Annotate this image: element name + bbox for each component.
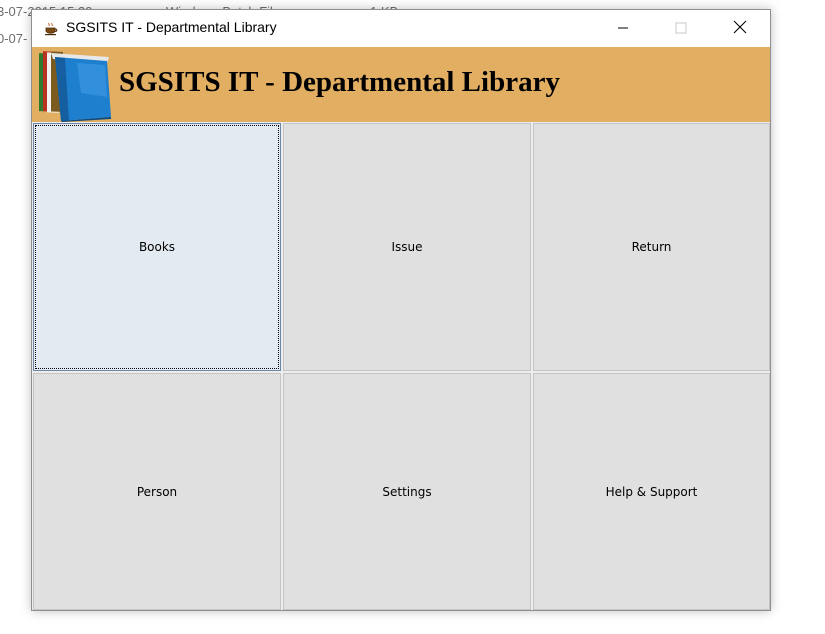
library-header-banner: SGSITS IT - Departmental Library xyxy=(32,47,770,122)
title-bar[interactable]: SGSITS IT - Departmental Library xyxy=(32,10,770,47)
issue-button[interactable]: Issue xyxy=(283,123,531,371)
header-title: SGSITS IT - Departmental Library xyxy=(119,66,560,98)
app-coffee-icon xyxy=(44,21,58,36)
help-support-button[interactable]: Help & Support xyxy=(533,373,770,610)
maximize-icon xyxy=(675,19,687,38)
return-button[interactable]: Return xyxy=(533,123,770,371)
close-button[interactable] xyxy=(711,10,769,47)
minimize-button[interactable] xyxy=(594,10,652,47)
person-button[interactable]: Person xyxy=(33,373,281,610)
settings-button[interactable]: Settings xyxy=(283,373,531,610)
books-logo-icon xyxy=(37,47,117,126)
app-window: SGSITS IT - Departmental Library SGSITS … xyxy=(31,9,771,611)
menu-grid: Books Issue Return Person Settings Help … xyxy=(32,122,770,610)
books-button[interactable]: Books xyxy=(33,123,281,371)
maximize-button[interactable] xyxy=(652,10,710,47)
minimize-icon xyxy=(617,19,629,38)
close-icon xyxy=(733,19,747,38)
window-title: SGSITS IT - Departmental Library xyxy=(66,19,277,35)
background-date-2: 0-07- xyxy=(0,31,28,46)
